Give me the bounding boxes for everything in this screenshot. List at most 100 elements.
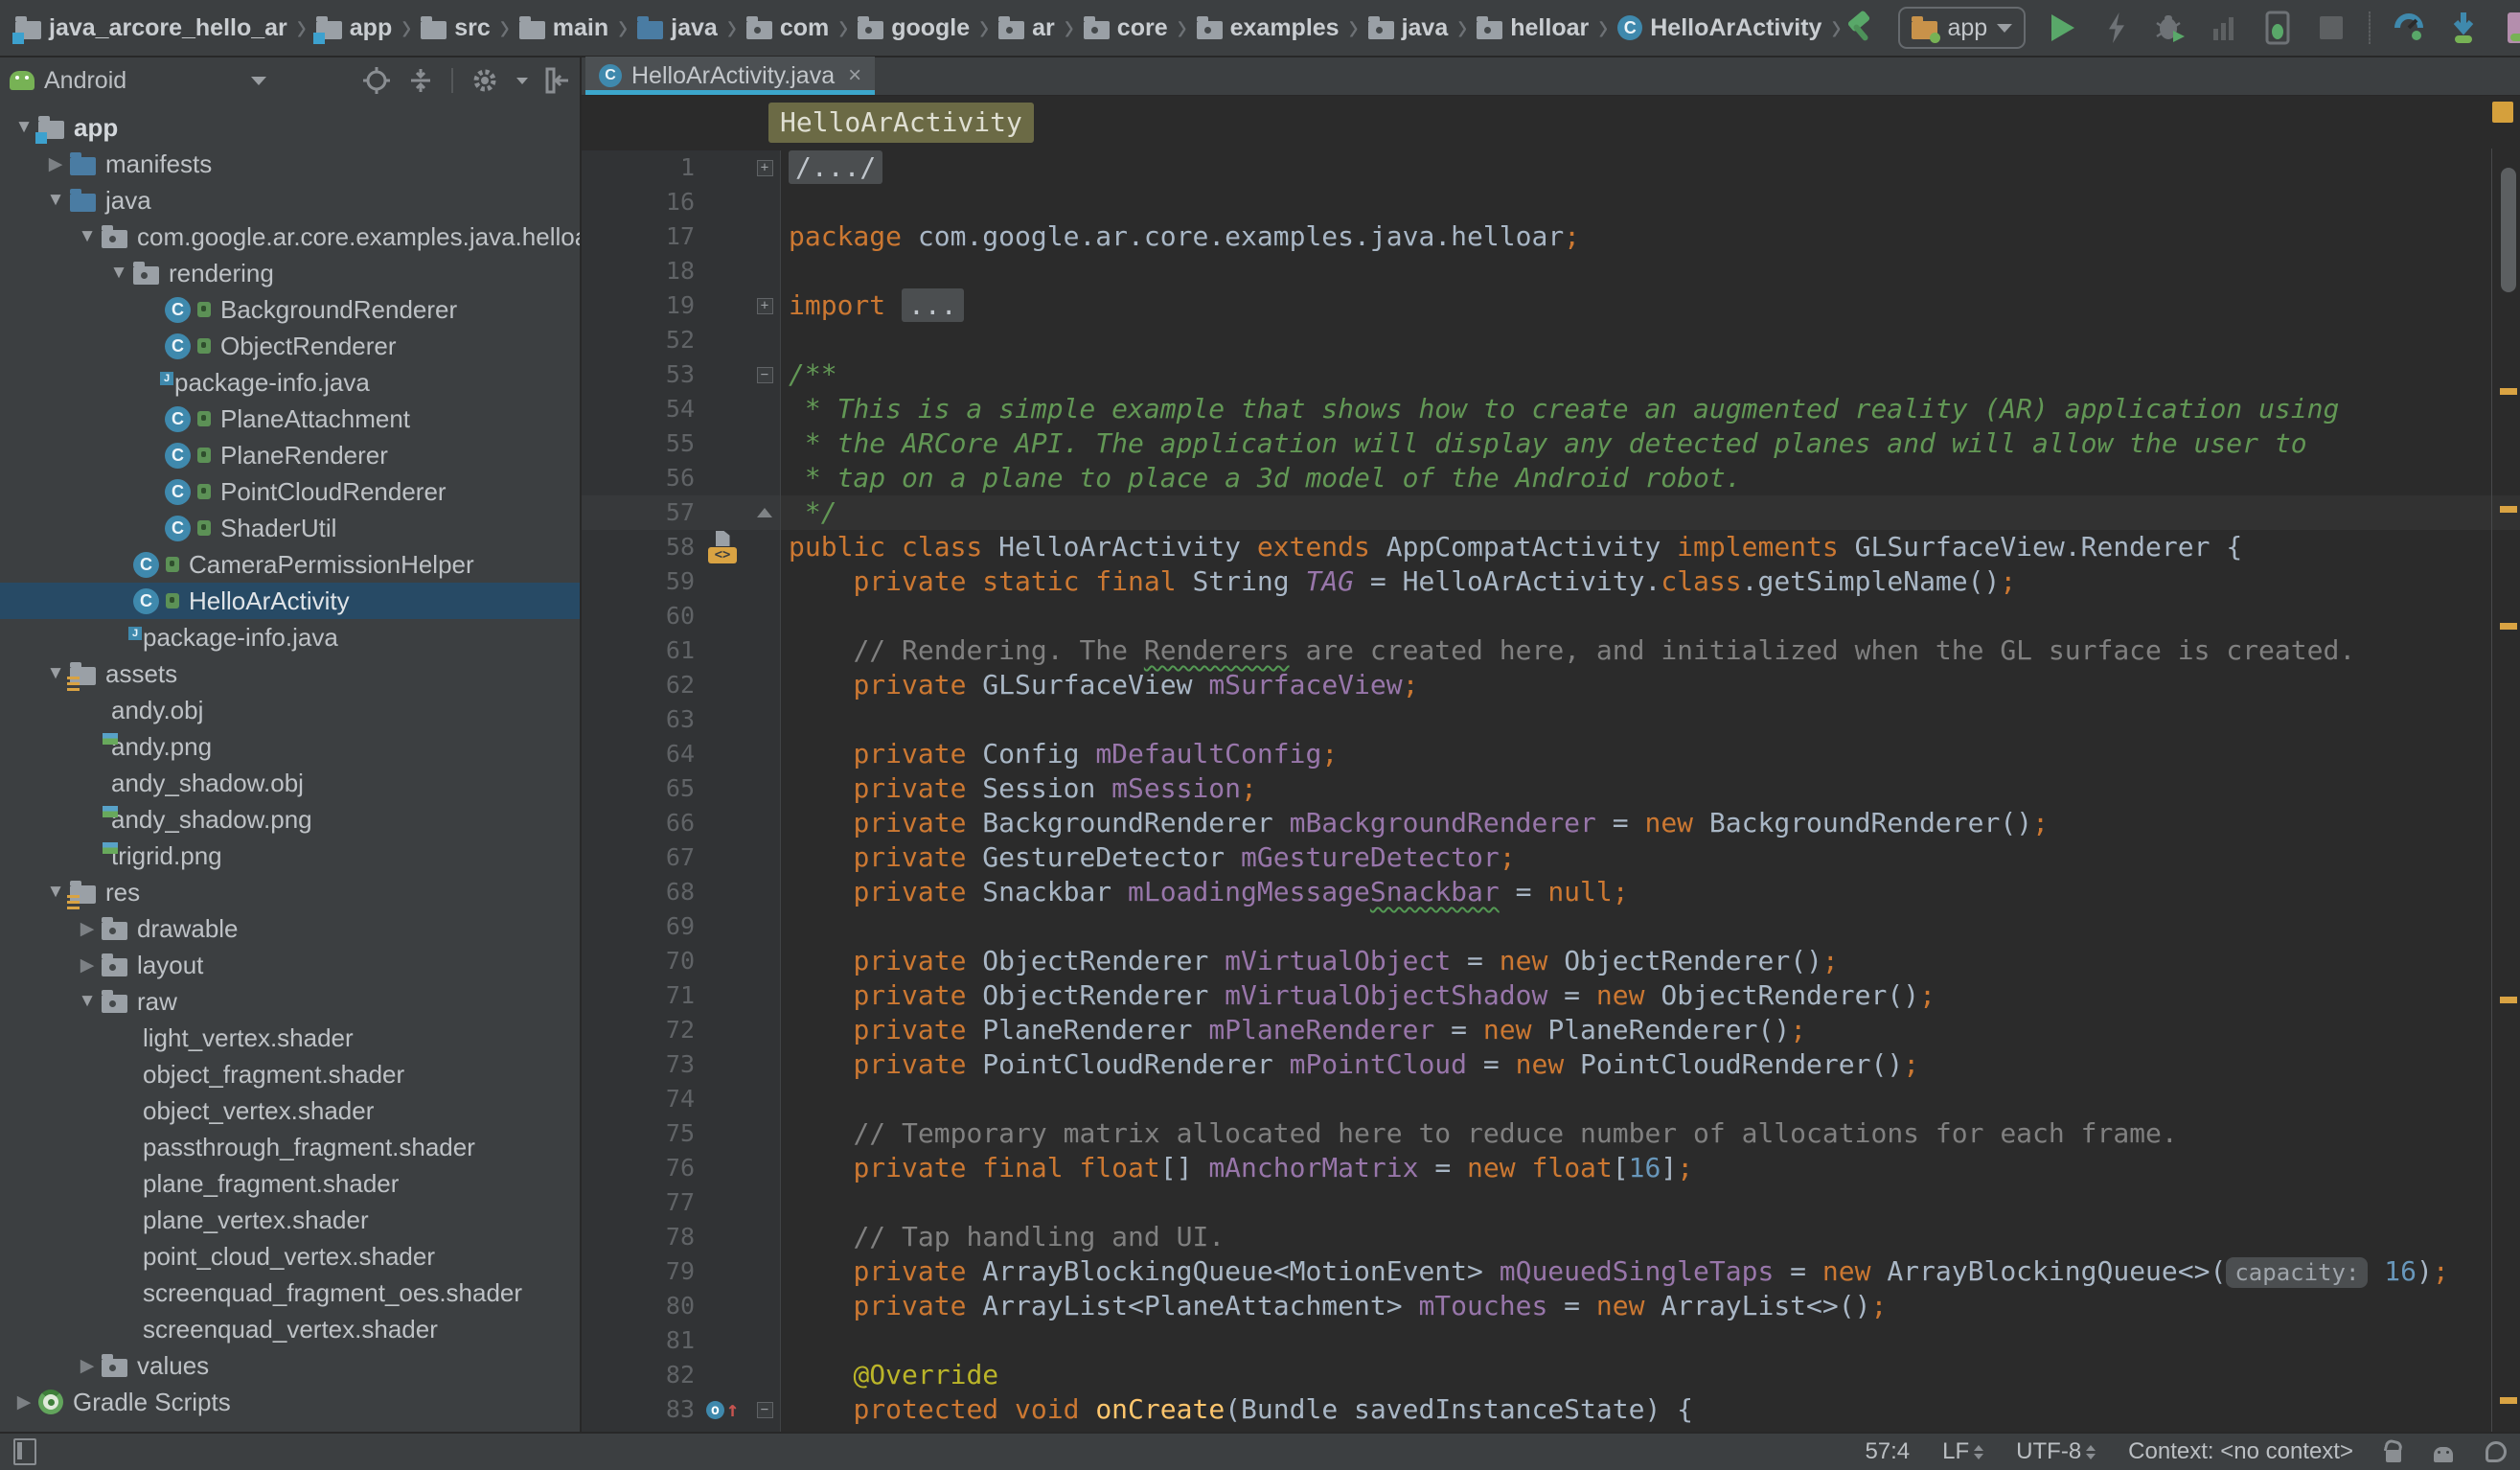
- line-number[interactable]: 52: [582, 323, 695, 357]
- tree-item-camerapermissionhelper[interactable]: CCameraPermissionHelper: [0, 546, 580, 583]
- code-line-69[interactable]: 69: [582, 909, 2520, 944]
- robot-icon[interactable]: [2434, 1447, 2453, 1462]
- tree-item-screenquad-vertex-shader[interactable]: screenquad_vertex.shader: [0, 1311, 580, 1347]
- code-line-83[interactable]: 83o↑− protected void onCreate(Bundle sav…: [582, 1392, 2520, 1427]
- line-ending-selector[interactable]: LF: [1942, 1438, 1983, 1465]
- tree-item-andy-png[interactable]: andy.png: [0, 728, 580, 765]
- line-number[interactable]: 57: [582, 495, 695, 530]
- tree-item-raw[interactable]: ▼raw: [0, 983, 580, 1020]
- avd-manager-icon[interactable]: [2392, 7, 2426, 49]
- code-line-68[interactable]: 68 private Snackbar mLoadingMessageSnack…: [582, 875, 2520, 909]
- tree-item-light-vertex-shader[interactable]: light_vertex.shader: [0, 1020, 580, 1056]
- line-number[interactable]: 61: [582, 633, 695, 668]
- warning-stripe-mark[interactable]: [2500, 388, 2517, 395]
- debug-icon[interactable]: [2154, 7, 2187, 49]
- tree-item-package-info-java[interactable]: Jpackage-info.java: [0, 619, 580, 655]
- line-number[interactable]: 76: [582, 1151, 695, 1185]
- line-number[interactable]: 82: [582, 1358, 695, 1392]
- code-editor[interactable]: 1+/.../1617package com.google.ar.core.ex…: [582, 149, 2520, 1432]
- line-number[interactable]: 19: [582, 288, 695, 323]
- warning-stripe-mark[interactable]: [2500, 1397, 2517, 1404]
- code-line-81[interactable]: 81: [582, 1323, 2520, 1358]
- line-number[interactable]: 62: [582, 668, 695, 702]
- warning-stripe-mark[interactable]: [2500, 997, 2517, 1003]
- tree-item-andy-shadow-png[interactable]: andy_shadow.png: [0, 801, 580, 838]
- code-line-82[interactable]: 82 @Override: [582, 1358, 2520, 1392]
- collapse-all-icon[interactable]: [407, 67, 434, 94]
- overrides-method-gutter-icon[interactable]: o↑: [706, 1401, 739, 1419]
- tree-arrow-icon[interactable]: ▶: [73, 954, 102, 976]
- tree-item-com-google-ar-core-examples-java-helloar[interactable]: ▼com.google.ar.core.examples.java.helloa…: [0, 218, 580, 255]
- context-indicator[interactable]: Context: <no context>: [2128, 1438, 2353, 1465]
- profile-icon[interactable]: [2208, 7, 2240, 49]
- code-line-18[interactable]: 18: [582, 254, 2520, 288]
- line-number[interactable]: 72: [582, 1013, 695, 1047]
- code-line-17[interactable]: 17package com.google.ar.core.examples.ja…: [582, 219, 2520, 254]
- line-number[interactable]: 54: [582, 392, 695, 426]
- code-line-67[interactable]: 67 private GestureDetector mGestureDetec…: [582, 840, 2520, 875]
- fold-marker-icon[interactable]: −: [757, 1402, 773, 1418]
- view-selector[interactable]: Android: [44, 67, 126, 95]
- tree-item-plane-fragment-shader[interactable]: plane_fragment.shader: [0, 1165, 580, 1202]
- breadcrumb-item[interactable]: java: [633, 14, 722, 42]
- code-line-1[interactable]: 1+/.../: [582, 150, 2520, 185]
- apply-changes-icon[interactable]: [2100, 7, 2133, 49]
- code-line-62[interactable]: 62 private GLSurfaceView mSurfaceView;: [582, 668, 2520, 702]
- tree-item-pointcloudrenderer[interactable]: CPointCloudRenderer: [0, 473, 580, 510]
- tree-item-drawable[interactable]: ▶drawable: [0, 910, 580, 947]
- line-number[interactable]: 81: [582, 1323, 695, 1358]
- code-line-19[interactable]: 19+import ...: [582, 288, 2520, 323]
- code-line-80[interactable]: 80 private ArrayList<PlaneAttachment> mT…: [582, 1289, 2520, 1323]
- breadcrumb-item[interactable]: com: [743, 14, 833, 42]
- code-line-74[interactable]: 74: [582, 1082, 2520, 1116]
- breadcrumb-item[interactable]: java: [1364, 14, 1453, 42]
- code-line-59[interactable]: 59 private static final String TAG = Hel…: [582, 564, 2520, 599]
- code-line-53[interactable]: 53−/**: [582, 357, 2520, 392]
- code-line-76[interactable]: 76 private final float[] mAnchorMatrix =…: [582, 1151, 2520, 1185]
- tree-item-values[interactable]: ▶values: [0, 1347, 580, 1384]
- line-number[interactable]: 60: [582, 599, 695, 633]
- line-number[interactable]: 53: [582, 357, 695, 392]
- line-number[interactable]: 55: [582, 426, 695, 461]
- breadcrumb-item[interactable]: CHelloArActivity: [1614, 14, 1825, 42]
- tree-arrow-icon[interactable]: ▼: [41, 190, 70, 211]
- caret-position[interactable]: 57:4: [1865, 1438, 1910, 1465]
- code-line-58[interactable]: 58<>public class HelloArActivity extends…: [582, 530, 2520, 564]
- line-number[interactable]: 80: [582, 1289, 695, 1323]
- line-number[interactable]: 75: [582, 1116, 695, 1151]
- code-line-16[interactable]: 16: [582, 185, 2520, 219]
- warning-stripe-mark[interactable]: [2500, 623, 2517, 630]
- line-number[interactable]: 59: [582, 564, 695, 599]
- scrollbar-thumb[interactable]: [2501, 168, 2516, 292]
- tree-item-helloaractivity[interactable]: CHelloArActivity: [0, 583, 580, 619]
- tree-item-plane-vertex-shader[interactable]: plane_vertex.shader: [0, 1202, 580, 1238]
- code-line-54[interactable]: 54 * This is a simple example that shows…: [582, 392, 2520, 426]
- tree-arrow-icon[interactable]: ▼: [73, 226, 102, 247]
- tree-arrow-icon[interactable]: ▶: [73, 1355, 102, 1377]
- tree-item-backgroundrenderer[interactable]: CBackgroundRenderer: [0, 291, 580, 328]
- tree-item-point-cloud-vertex-shader[interactable]: point_cloud_vertex.shader: [0, 1238, 580, 1275]
- tree-item-passthrough-fragment-shader[interactable]: passthrough_fragment.shader: [0, 1129, 580, 1165]
- tree-item-andy-obj[interactable]: andy.obj: [0, 692, 580, 728]
- tree-item-package-info-java[interactable]: Jpackage-info.java: [0, 364, 580, 401]
- device-manager-icon[interactable]: [2501, 7, 2520, 49]
- fold-marker-icon[interactable]: −: [757, 367, 773, 383]
- tree-item-gradle-scripts[interactable]: ▶Gradle Scripts: [0, 1384, 580, 1420]
- tree-item-objectrenderer[interactable]: CObjectRenderer: [0, 328, 580, 364]
- code-line-57[interactable]: 57 */: [582, 495, 2520, 530]
- breadcrumb-item[interactable]: core: [1080, 14, 1172, 42]
- tree-item-java[interactable]: ▼java: [0, 182, 580, 218]
- encoding-selector[interactable]: UTF-8: [2016, 1438, 2096, 1465]
- tree-item-planerenderer[interactable]: CPlaneRenderer: [0, 437, 580, 473]
- fold-marker-icon[interactable]: +: [757, 298, 773, 314]
- tree-item-app[interactable]: ▼app: [0, 109, 580, 146]
- code-line-61[interactable]: 61 // Rendering. The Renderers are creat…: [582, 633, 2520, 668]
- line-number[interactable]: 73: [582, 1047, 695, 1082]
- unlocked-icon[interactable]: [2386, 1450, 2401, 1462]
- code-line-71[interactable]: 71 private ObjectRenderer mVirtualObject…: [582, 978, 2520, 1013]
- line-number[interactable]: 79: [582, 1254, 695, 1289]
- close-icon[interactable]: ×: [848, 62, 861, 89]
- tree-item-assets[interactable]: ▼assets: [0, 655, 580, 692]
- tab-helloaractivity[interactable]: C HelloArActivity.java ×: [585, 57, 875, 95]
- line-number[interactable]: 56: [582, 461, 695, 495]
